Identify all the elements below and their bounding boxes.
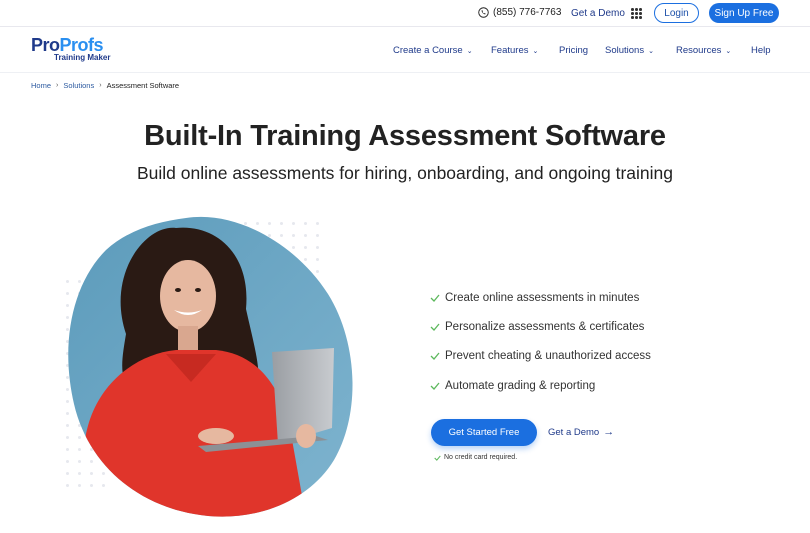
logo-text-profs: Profs [59,35,104,55]
feature-text: Create online assessments in minutes [445,291,640,304]
chevron-down-icon: ⌄ [532,47,539,55]
get-a-demo-link[interactable]: Get a Demo → [548,426,614,438]
get-started-free-button[interactable]: Get Started Free [431,419,537,446]
login-button[interactable]: Login [654,3,699,23]
breadcrumb-separator-icon: › [56,82,59,89]
proprofs-logo[interactable]: ProProfs Training Maker [31,36,110,62]
demo-link-label: Get a Demo [548,426,600,438]
check-icon [430,352,440,361]
feature-text: Prevent cheating & unauthorized access [445,350,651,363]
nav-label: Create a Course [393,45,463,56]
main-navbar: ProProfs Training Maker Create a Course ⌄… [0,27,810,73]
apps-grid-icon[interactable] [631,8,642,19]
note-text: No credit card required. [444,454,518,461]
nav-label: Solutions [605,45,645,56]
feature-text: Automate grading & reporting [445,379,596,392]
nav-create-a-course[interactable]: Create a Course ⌄ [393,45,473,56]
breadcrumb-home[interactable]: Home [31,81,51,90]
logo-text-pro: Pro [31,35,60,55]
nav-pricing[interactable]: Pricing [559,45,588,56]
breadcrumb: Home › Solutions › Assessment Software [31,81,179,90]
feature-text: Personalize assessments & certificates [445,320,645,333]
chevron-down-icon: ⌄ [648,47,654,55]
feature-item: Automate grading & reporting [430,371,651,400]
nav-label: Help [751,45,771,56]
top-bar: (855) 776-7763 Get a Demo Login Sign Up … [0,0,810,27]
breadcrumb-separator-icon: › [99,82,102,89]
phone-number: (855) 776-7763 [493,7,562,18]
feature-item: Create online assessments in minutes [430,283,651,312]
check-icon [434,455,441,461]
hero-illustration [68,216,353,517]
nav-label: Features [491,45,529,56]
phone-link[interactable]: (855) 776-7763 [478,7,561,18]
nav-resources[interactable]: Resources ⌄ [676,45,731,56]
nav-help[interactable]: Help [751,45,771,56]
logo-subtitle: Training Maker [54,53,111,62]
breadcrumb-solutions[interactable]: Solutions [63,81,94,90]
page-subtitle: Build online assessments for hiring, onb… [136,163,674,183]
check-icon [430,294,440,302]
chevron-down-icon: ⌄ [725,47,732,55]
breadcrumb-current: Assessment Software [106,81,180,90]
sign-up-button[interactable]: Sign Up Free [709,3,779,23]
nav-features[interactable]: Features ⌄ [491,45,538,56]
nav-solutions[interactable]: Solutions ⌄ [605,45,654,56]
phone-icon [478,7,489,18]
check-icon [430,382,440,390]
chevron-down-icon: ⌄ [466,47,473,55]
top-get-demo-link[interactable]: Get a Demo [571,8,625,19]
arrow-right-icon: → [603,426,615,438]
page-title: Built-In Training Assessment Software [144,120,666,152]
check-icon [430,323,440,331]
hero-image [66,214,356,518]
no-credit-card-note: No credit card required. [434,454,517,461]
feature-item: Personalize assessments & certificates [430,312,651,341]
feature-item: Prevent cheating & unauthorized access [430,342,651,371]
feature-list: Create online assessments in minutes Per… [430,283,651,400]
nav-label: Pricing [559,45,589,56]
nav-label: Resources [676,45,722,56]
